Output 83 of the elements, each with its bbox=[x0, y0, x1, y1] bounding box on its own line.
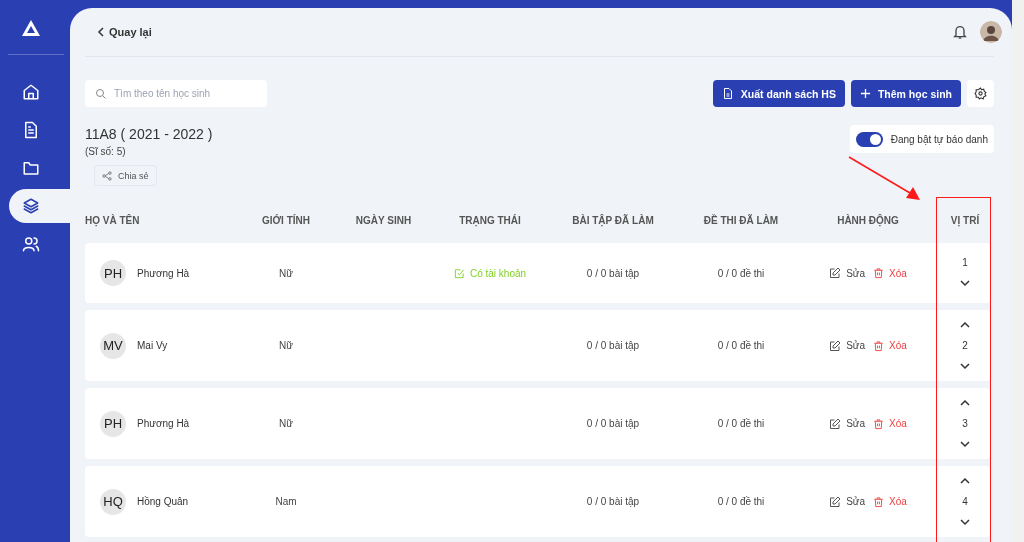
share-button[interactable]: Chia sẻ bbox=[94, 165, 157, 186]
notification-bell-icon[interactable] bbox=[952, 24, 968, 40]
share-icon bbox=[102, 170, 112, 181]
exam-count: 0 / 0 đề thi bbox=[717, 267, 765, 279]
pencil-icon bbox=[829, 417, 842, 430]
home-icon bbox=[22, 83, 40, 101]
search-icon bbox=[95, 88, 107, 100]
trash-icon bbox=[873, 267, 885, 279]
exercise-count: 0 / 0 bài tập bbox=[586, 267, 640, 279]
student-name: Phương Hà bbox=[137, 418, 190, 429]
move-down-chevron-icon[interactable] bbox=[960, 519, 970, 526]
trash-icon bbox=[873, 339, 885, 352]
move-up-chevron-icon[interactable] bbox=[960, 399, 970, 406]
settings-icon bbox=[974, 87, 987, 100]
trash-icon bbox=[873, 495, 885, 508]
gender-cell: Nữ bbox=[279, 418, 293, 429]
exam-count: 0 / 0 đề thi bbox=[717, 418, 765, 429]
delete-link[interactable]: Xóa bbox=[873, 339, 907, 352]
gender-cell: Nữ bbox=[279, 340, 293, 351]
back-link[interactable]: Quay lại bbox=[97, 26, 152, 38]
initials-avatar: PH bbox=[100, 410, 126, 437]
add-student-button[interactable]: Thêm học sinh bbox=[850, 80, 961, 107]
move-down-chevron-icon[interactable] bbox=[960, 441, 970, 448]
class-title: 11A8 ( 2021 - 2022 ) bbox=[85, 125, 213, 143]
student-name: Hồng Quân bbox=[137, 496, 189, 507]
user-avatar[interactable] bbox=[980, 21, 1002, 43]
column-header: HỌ VÀ TÊN bbox=[85, 214, 141, 226]
folder-icon bbox=[22, 159, 40, 177]
column-header: VỊ TRÍ bbox=[949, 214, 981, 226]
users-icon bbox=[22, 235, 40, 253]
position-number: 1 bbox=[962, 259, 968, 266]
column-header: GIỚI TÍNH bbox=[261, 214, 311, 226]
account-status: Có tài khoản bbox=[469, 267, 527, 279]
column-header: TRẠNG THÁI bbox=[458, 214, 522, 226]
self-register-toggle[interactable] bbox=[855, 131, 883, 147]
document-icon bbox=[721, 87, 734, 100]
pencil-icon bbox=[829, 495, 842, 508]
column-header: HÀNH ĐỘNG bbox=[836, 214, 900, 226]
exercise-count: 0 / 0 bài tập bbox=[586, 418, 640, 429]
initials-avatar: MV bbox=[100, 332, 126, 359]
move-down-chevron-icon[interactable] bbox=[960, 280, 970, 287]
initials-avatar: HQ bbox=[100, 488, 126, 515]
layers-icon bbox=[22, 197, 40, 215]
edit-link[interactable]: Sửa bbox=[829, 417, 866, 430]
initials-avatar: PH bbox=[100, 260, 126, 286]
toggle-label: Đang bật tự báo danh bbox=[890, 133, 988, 145]
column-header: NGÀY SINH bbox=[354, 214, 413, 226]
delete-link[interactable]: Xóa bbox=[873, 495, 907, 508]
exam-count: 0 / 0 đề thi bbox=[717, 340, 765, 351]
move-down-chevron-icon[interactable] bbox=[960, 363, 970, 370]
trash-icon bbox=[873, 417, 885, 430]
exercise-count: 0 / 0 bài tập bbox=[586, 496, 640, 507]
position-number: 2 bbox=[962, 342, 968, 349]
document-icon bbox=[22, 121, 40, 139]
move-up-chevron-icon[interactable] bbox=[960, 477, 970, 484]
edit-link[interactable]: Sửa bbox=[829, 267, 866, 279]
student-count: (Sĩ số: 5) bbox=[85, 145, 127, 159]
export-button[interactable]: Xuất danh sách HS bbox=[712, 80, 845, 107]
position-number: 4 bbox=[962, 498, 968, 505]
logo-icon bbox=[22, 20, 40, 36]
edit-link[interactable]: Sửa bbox=[829, 339, 866, 352]
position-number: 3 bbox=[962, 420, 968, 427]
plus-icon bbox=[859, 88, 871, 99]
gender-cell: Nữ bbox=[279, 267, 293, 279]
student-name: Mai Vy bbox=[137, 340, 168, 351]
search-field[interactable]: Tìm theo tên học sinh bbox=[85, 80, 267, 107]
sidebar-item[interactable] bbox=[9, 189, 70, 223]
pencil-icon bbox=[829, 339, 842, 352]
exercise-count: 0 / 0 bài tập bbox=[586, 340, 640, 351]
chevron-left-icon bbox=[97, 27, 105, 37]
student-name: Phương Hà bbox=[137, 267, 190, 279]
delete-link[interactable]: Xóa bbox=[873, 417, 907, 430]
exam-count: 0 / 0 đề thi bbox=[717, 496, 765, 507]
edit-link[interactable]: Sửa bbox=[829, 495, 866, 508]
column-header: ĐỀ THI ĐÃ LÀM bbox=[702, 214, 780, 226]
checkbox-icon bbox=[453, 267, 465, 279]
delete-link[interactable]: Xóa bbox=[873, 267, 907, 279]
scrollbar[interactable] bbox=[1012, 0, 1024, 542]
move-up-chevron-icon[interactable] bbox=[960, 321, 970, 328]
gender-cell: Nam bbox=[275, 496, 297, 507]
column-header: BÀI TẬP ĐÃ LÀM bbox=[571, 214, 655, 226]
settings-button[interactable] bbox=[967, 80, 994, 107]
pencil-icon bbox=[829, 267, 842, 279]
